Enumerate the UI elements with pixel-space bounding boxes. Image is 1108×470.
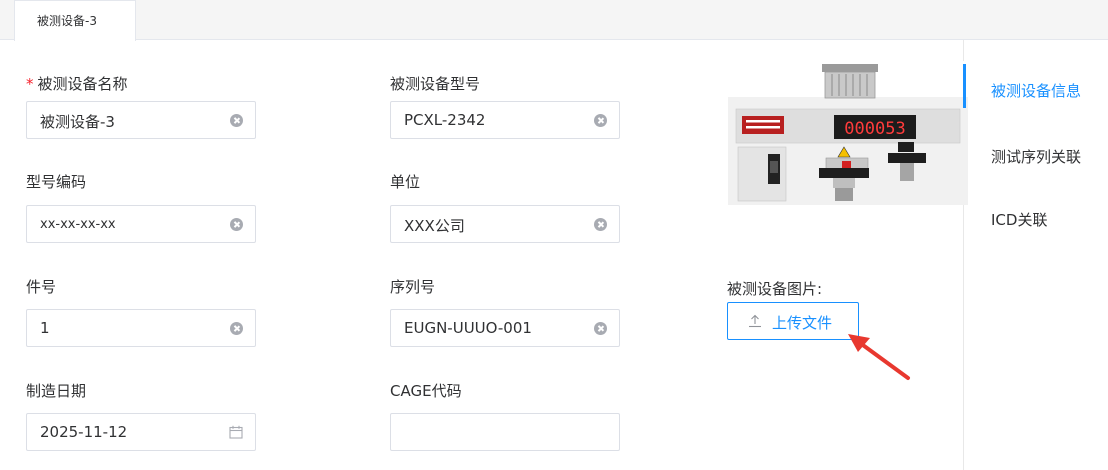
tab-device-3[interactable]: 被测设备-3 xyxy=(14,0,136,41)
upload-file-button[interactable]: 上传文件 xyxy=(727,302,859,340)
device-image: 000053 xyxy=(728,61,968,205)
part-no-label: 件号 xyxy=(26,278,57,296)
calendar-icon[interactable] xyxy=(229,425,243,439)
serial-no-input[interactable]: EUGN-UUUO-001 xyxy=(390,309,620,347)
annotation-arrow-icon xyxy=(848,334,910,380)
part-no-input[interactable]: 1 xyxy=(26,309,256,347)
device-model-value: PCXL-2342 xyxy=(404,111,486,129)
cage-code-label: CAGE代码 xyxy=(390,382,462,400)
device-model-input[interactable]: PCXL-2342 xyxy=(390,101,620,139)
device-image-label: 被测设备图片: xyxy=(727,280,823,298)
model-code-value: xx-xx-xx-xx xyxy=(40,217,116,232)
model-code-label: 型号编码 xyxy=(26,173,87,191)
device-name-label: * 被测设备名称 xyxy=(26,75,128,93)
clear-icon[interactable] xyxy=(594,114,607,127)
clear-icon[interactable] xyxy=(230,114,243,127)
mfg-date-label: 制造日期 xyxy=(26,382,87,400)
tab-bar: 被测设备-3 xyxy=(0,0,1108,41)
unit-label: 单位 xyxy=(390,173,421,191)
active-indicator xyxy=(963,64,966,108)
mfg-date-input[interactable]: 2025-11-12 xyxy=(26,413,256,451)
side-nav-test-sequence[interactable]: 测试序列关联 xyxy=(991,146,1081,167)
model-code-input[interactable]: xx-xx-xx-xx xyxy=(26,205,256,243)
serial-no-value: EUGN-UUUO-001 xyxy=(404,319,532,337)
device-name-value: 被测设备-3 xyxy=(40,113,115,131)
side-anchor-nav: 被测设备信息 测试序列关联 ICD关联 xyxy=(963,64,1108,264)
device-display: 000053 xyxy=(844,119,905,139)
required-mark: * xyxy=(26,75,34,93)
unit-input[interactable]: XXX公司 xyxy=(390,205,620,243)
unit-value: XXX公司 xyxy=(404,217,465,235)
clear-icon[interactable] xyxy=(594,322,607,335)
clear-icon[interactable] xyxy=(230,322,243,335)
tab-label: 被测设备-3 xyxy=(37,14,97,28)
part-no-value: 1 xyxy=(40,319,50,337)
device-model-label: 被测设备型号 xyxy=(390,75,481,93)
upload-label: 上传文件 xyxy=(772,314,833,332)
clear-icon[interactable] xyxy=(230,218,243,231)
serial-no-label: 序列号 xyxy=(390,278,436,296)
device-logo xyxy=(742,116,784,134)
side-nav-device-info[interactable]: 被测设备信息 xyxy=(991,80,1081,101)
device-name-input[interactable]: 被测设备-3 xyxy=(26,101,256,139)
cage-code-input[interactable] xyxy=(390,413,620,451)
mfg-date-value: 2025-11-12 xyxy=(40,423,128,441)
upload-icon xyxy=(749,314,761,328)
side-nav-icd[interactable]: ICD关联 xyxy=(991,209,1047,230)
clear-icon[interactable] xyxy=(594,218,607,231)
